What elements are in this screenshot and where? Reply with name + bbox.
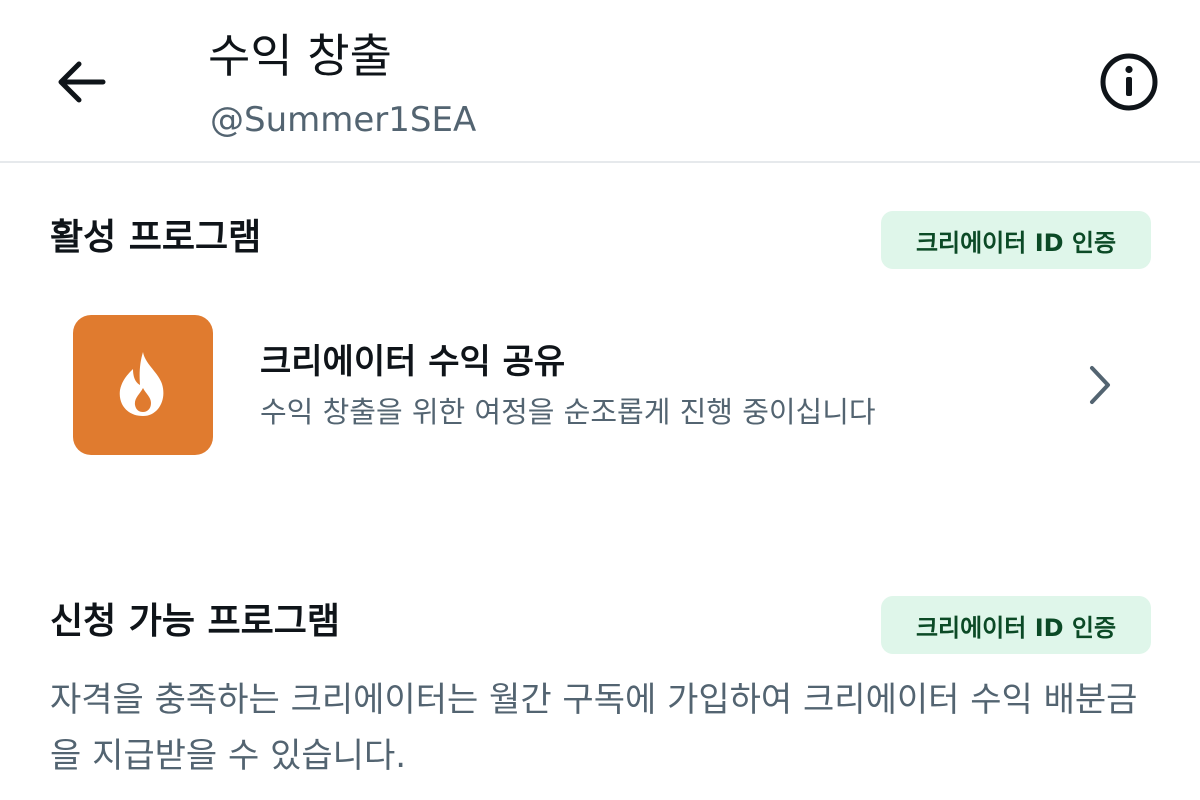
creator-revenue-share-row[interactable]: 크리에이터 수익 공유 수익 창출을 위한 여정을 순조롭게 진행 중이십니다 [40, 300, 1160, 470]
top-bar: 수익 창출 @Summer1SEA [0, 0, 1200, 163]
creator-id-verified-badge: 크리에이터 ID 인증 [881, 211, 1151, 269]
monetization-page: 수익 창출 @Summer1SEA 활성 프로그램 크리에이터 ID 인증 크리… [0, 0, 1200, 800]
back-button[interactable] [48, 52, 114, 112]
program-description: 수익 창출을 위한 여정을 순조롭게 진행 중이십니다 [260, 395, 876, 429]
info-button[interactable] [1096, 52, 1162, 112]
program-icon-tile [73, 315, 213, 455]
available-programs-description: 자격을 충족하는 크리에이터는 월간 구독에 가입하여 크리에이터 수익 배분금… [50, 680, 1138, 776]
info-icon [1100, 53, 1158, 111]
creator-id-verified-badge-2: 크리에이터 ID 인증 [881, 596, 1151, 654]
page-title: 수익 창출 [208, 29, 392, 83]
flame-icon [119, 352, 164, 416]
account-handle: @Summer1SEA [210, 100, 477, 140]
active-programs-heading: 활성 프로그램 [50, 217, 262, 258]
program-title: 크리에이터 수익 공유 [260, 342, 566, 382]
arrow-left-icon [58, 61, 106, 103]
chevron-right-icon [1080, 360, 1120, 410]
available-programs-heading: 신청 가능 프로그램 [50, 601, 341, 642]
